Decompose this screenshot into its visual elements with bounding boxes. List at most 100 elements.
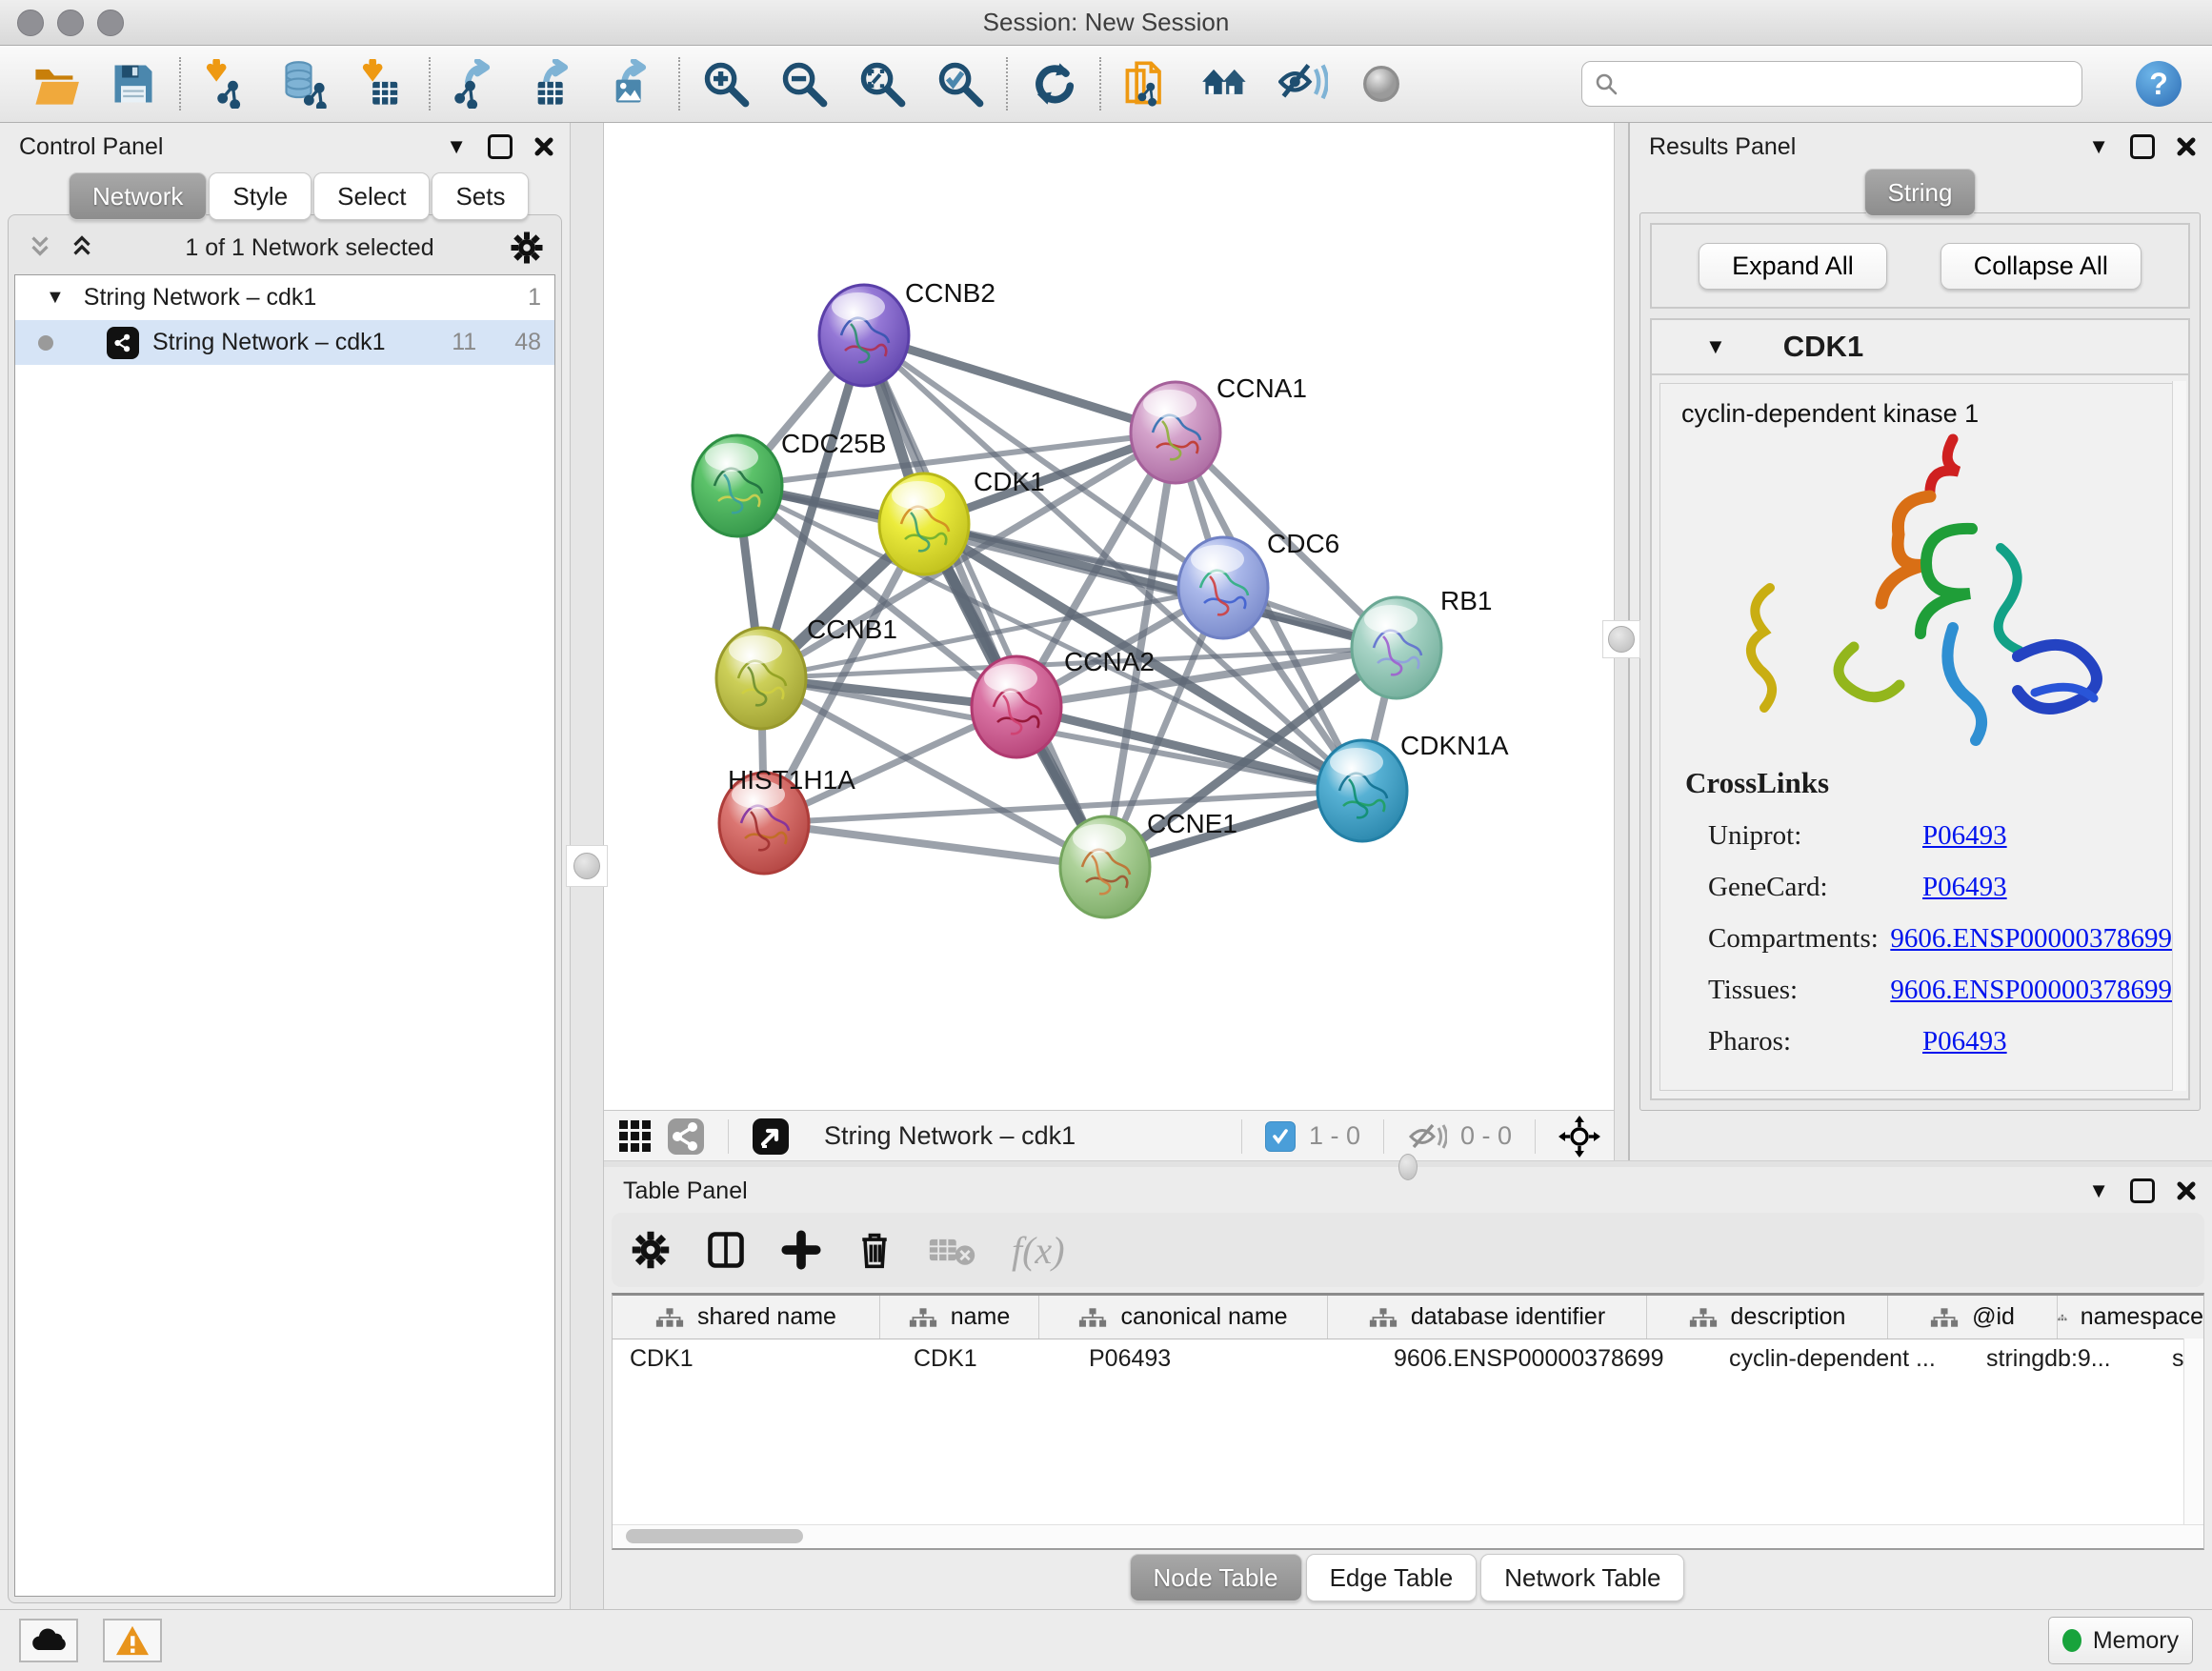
warnings-button[interactable] [103,1619,162,1662]
crosslink-label: Tissues: [1685,975,1890,1006]
node-label-CCNB1: CCNB1 [807,614,897,644]
column-header--id[interactable]: @id [1887,1296,2057,1339]
crosslink-link[interactable]: 9606.ENSP00000378699 [1890,975,2172,1005]
collapse-entry-icon[interactable]: ▼ [1705,334,1726,359]
network-node-CCNE1[interactable]: CCNE1 [1060,809,1237,917]
panel-divider-left[interactable] [570,123,604,1609]
delete-column-icon[interactable] [855,1229,894,1271]
export-view-icon[interactable] [752,1117,790,1156]
close-panel-icon[interactable] [533,136,554,157]
zoom-selected-button[interactable] [930,53,991,114]
close-panel-icon[interactable] [2176,136,2197,157]
refresh-button[interactable] [1023,53,1084,114]
divider-grab-handle[interactable] [1602,620,1640,658]
collapse-panel-icon[interactable]: ▼ [2088,1178,2109,1203]
results-scrollbar[interactable] [2172,381,2186,1091]
column-type-icon [909,1307,937,1328]
birdseye-view-icon[interactable] [617,1118,654,1155]
node-count: 11 [452,329,476,356]
close-panel-icon[interactable] [2176,1180,2197,1201]
tab-style[interactable]: Style [209,172,312,220]
help-button[interactable]: ? [2136,61,2182,107]
network-collection-row[interactable]: ▼ String Network – cdk1 1 [15,275,554,320]
tab-string[interactable]: String [1864,169,1977,216]
search-icon [1594,71,1619,96]
column-header-database-identifier[interactable]: database identifier [1327,1296,1646,1339]
string-network-icon [107,327,139,359]
export-table-button[interactable] [524,53,585,114]
column-header-namespace[interactable]: namespace [2057,1296,2203,1339]
collapse-panel-icon[interactable]: ▼ [2088,134,2109,159]
network-node-RB1[interactable]: RB1 [1352,586,1492,698]
column-header-name[interactable]: name [879,1296,1038,1339]
horizontal-panel-divider[interactable] [604,1160,2212,1167]
divider-grab-handle[interactable] [1398,1154,1418,1180]
collapse-all-button[interactable]: Collapse All [1941,243,2142,290]
search-box[interactable] [1581,61,2082,107]
collapse-panel-icon[interactable]: ▼ [446,134,467,159]
import-table-button[interactable] [352,53,413,114]
cloud-status-button[interactable] [19,1619,78,1662]
network-edge-CCNB2-CCNE1[interactable] [864,335,1105,867]
panel-divider-right[interactable] [1614,123,1630,1160]
float-panel-icon[interactable] [2130,134,2155,159]
table-row[interactable]: CDK1CDK1P064939606.ENSP00000378699cyclin… [613,1339,2203,1378]
divider-grab-handle[interactable] [566,845,608,887]
add-column-icon[interactable] [781,1230,821,1270]
tab-network-table[interactable]: Network Table [1480,1554,1684,1601]
network-node-CCNA1[interactable]: CCNA1 [1131,373,1307,483]
network-node-CDKN1A[interactable]: CDKN1A [1317,731,1509,841]
zoom-in-button[interactable] [695,53,756,114]
crosslink-link[interactable]: P06493 [1922,1026,2007,1057]
export-image-button[interactable] [602,53,663,114]
open-session-button[interactable] [25,53,86,114]
table-options-gear-icon[interactable] [631,1230,671,1270]
crosslink-link[interactable]: P06493 [1922,872,2007,902]
toolbar-separator [1006,57,1008,111]
network-node-CDC25B[interactable]: CDC25B [693,429,886,536]
float-panel-icon[interactable] [2130,1178,2155,1203]
tree-expand-icon[interactable]: ▼ [46,287,65,309]
column-header-description[interactable]: description [1646,1296,1887,1339]
share-file-button[interactable] [1116,53,1177,114]
column-header-shared-name[interactable]: shared name [613,1296,879,1339]
tab-edge-table[interactable]: Edge Table [1306,1554,1478,1601]
string-badge-icon[interactable] [667,1117,705,1156]
tab-node-table[interactable]: Node Table [1130,1554,1302,1601]
network-options-gear-icon[interactable] [510,231,544,265]
hide-details-button[interactable] [1273,53,1334,114]
network-edge-HIST1H1A-CCNE1[interactable] [764,823,1105,867]
home-button[interactable] [1195,53,1256,114]
hidden-items-icon[interactable] [1407,1120,1447,1153]
tab-network[interactable]: Network [69,172,207,220]
function-builder-icon: f(x) [1012,1228,1065,1273]
selected-items-checkbox[interactable] [1265,1121,1296,1152]
scrollbar-thumb[interactable] [626,1529,803,1543]
tab-select[interactable]: Select [313,172,430,220]
expand-all-networks-icon[interactable] [26,232,54,265]
network-canvas[interactable]: CCNB2CCNA1CDC25BCDK1CDC6RB1CCNB1CCNA2CDK… [604,123,1614,1110]
network-row[interactable]: String Network – cdk1 11 48 [15,320,554,365]
zoom-out-button[interactable] [774,53,835,114]
table-horizontal-scrollbar[interactable] [613,1524,2203,1548]
import-database-button[interactable] [274,53,335,114]
import-network-button[interactable] [196,53,257,114]
crosslink-link[interactable]: 9606.ENSP00000378699 [1890,923,2172,954]
crosslink-link[interactable]: P06493 [1922,820,2007,851]
float-panel-icon[interactable] [488,134,513,159]
memory-button[interactable]: Memory [2048,1617,2193,1664]
collapse-all-networks-icon[interactable] [68,232,96,265]
column-header-canonical-name[interactable]: canonical name [1038,1296,1327,1339]
zoom-fit-button[interactable] [852,53,913,114]
table-toolbar: f(x) [612,1213,2204,1287]
expand-all-button[interactable]: Expand All [1699,243,1887,290]
export-network-button[interactable] [446,53,507,114]
fit-selected-crosshair-icon[interactable] [1558,1116,1600,1158]
save-session-button[interactable] [103,53,164,114]
search-input[interactable] [1628,70,2070,99]
level-of-detail-button[interactable] [1351,53,1412,114]
tab-sets[interactable]: Sets [432,172,529,220]
show-columns-icon[interactable] [705,1229,747,1271]
network-edge-CCNB2-CCNA1[interactable] [864,335,1176,433]
table-vertical-scrollbar[interactable] [2183,1339,2203,1525]
